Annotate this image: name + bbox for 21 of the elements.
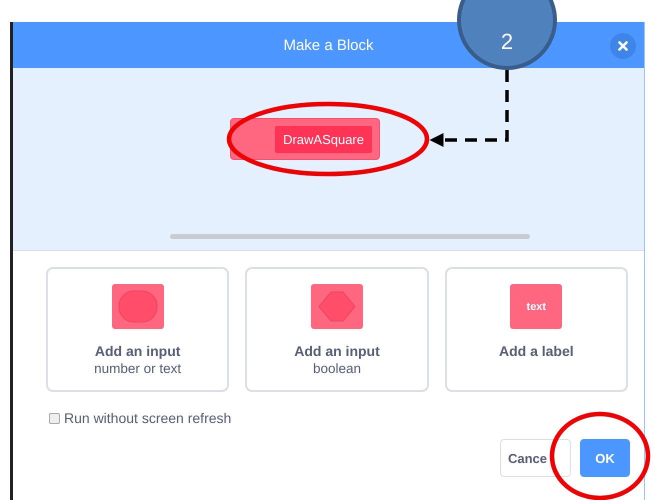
text-label-icon: text [510,284,562,329]
scrollbar[interactable] [170,234,530,239]
step-number: 2 [500,29,514,55]
add-option-card[interactable]: text Add a label [444,267,628,392]
add-option-card[interactable]: Add an input number or text [46,267,230,392]
round-input-icon [112,284,164,329]
option-subtitle: boolean [312,361,362,376]
add-option-card[interactable]: Add an input boolean [245,267,429,392]
hexagon-input-icon [310,284,363,329]
custom-block[interactable]: DrawASquare [230,118,380,160]
option-title: Add an input [294,343,380,359]
close-icon [618,41,628,51]
checkbox[interactable] [49,412,60,424]
block-name-field[interactable]: DrawASquare [275,126,372,152]
option-subtitle: number or text [94,361,182,376]
close-button[interactable] [610,33,636,59]
checkbox-label: Run without screen refresh [64,410,232,426]
option-title: Add an input [94,343,180,359]
cancel-button[interactable]: Cance [500,439,571,477]
option-title: Add a label [498,343,574,359]
dialog-title: Make a Block [283,36,374,54]
